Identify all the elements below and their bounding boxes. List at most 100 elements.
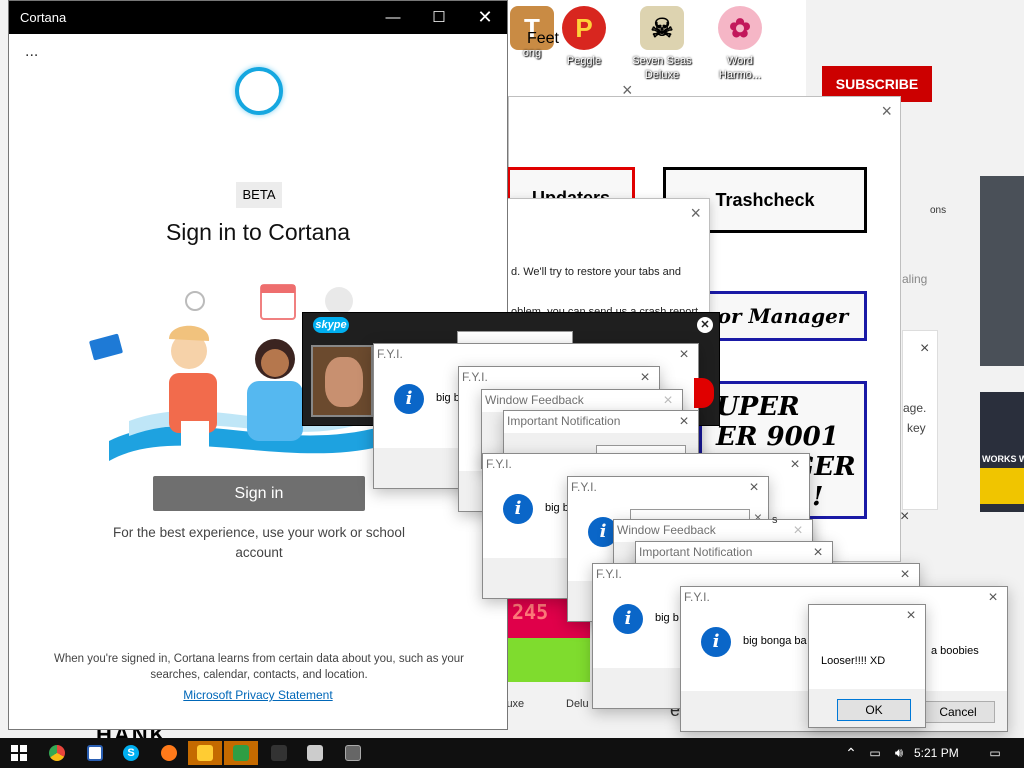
envelope-icon — [89, 333, 123, 361]
close-icon[interactable]: × — [901, 606, 921, 626]
text-fragment: s — [772, 514, 778, 526]
dialog-title: Window Feedback — [485, 393, 584, 407]
bg-fragment: age. — [903, 401, 927, 415]
maximize-icon[interactable]: ☐ — [416, 1, 462, 34]
window-title: Cortana — [20, 10, 67, 25]
dialog-message: Looser!!!! XD — [821, 655, 886, 667]
close-icon[interactable]: × — [983, 588, 1003, 608]
restore-text: d. We'll try to restore your tabs and — [511, 266, 682, 278]
learn-text: When you're signed in, Cortana learns fr… — [53, 653, 465, 681]
bg-photo — [980, 176, 1024, 366]
info-icon: i — [503, 494, 533, 524]
desktop-icon-word-harmony[interactable]: ✿ Word Harmo... — [708, 6, 772, 82]
bg-thumbnail-band — [980, 468, 1024, 504]
paper — [181, 421, 209, 447]
skype-logo: skype — [313, 317, 349, 333]
bg-fragment: WORKS W — [982, 454, 1024, 464]
avatar — [311, 345, 373, 417]
bg-fragment: ons — [930, 205, 947, 216]
window-app-icon[interactable] — [338, 741, 368, 765]
peggle-icon: P — [562, 6, 606, 50]
close-icon[interactable]: × — [690, 203, 701, 224]
close-icon[interactable]: × — [674, 412, 694, 432]
dialog-title: F.Y.I. — [462, 370, 488, 384]
shield-icon[interactable] — [188, 741, 222, 765]
loser-dialog: × Looser!!!! XD OK — [808, 604, 926, 728]
clock[interactable]: 5:21 PM — [914, 746, 959, 760]
more-menu-icon[interactable]: ... — [25, 43, 38, 61]
close-icon[interactable]: ✕ — [697, 317, 713, 333]
cortana-ring-icon — [235, 67, 283, 115]
desktop-icon-label: Word Harmo... — [718, 55, 762, 81]
dialog-message: big b — [545, 502, 569, 514]
dialog-title: F.Y.I. — [596, 567, 622, 581]
beta-badge: BETA — [236, 182, 282, 208]
bg-thumbnail: WORKS W — [980, 392, 1024, 512]
close-icon[interactable]: × — [674, 345, 694, 365]
firefox-icon[interactable] — [154, 741, 184, 765]
red-indicator — [694, 378, 714, 408]
close-icon[interactable]: × — [788, 521, 808, 541]
dialog-message: big b — [655, 612, 679, 624]
dialog-message: big bonga ba — [743, 635, 807, 647]
avatar-face — [325, 357, 363, 407]
bg-fragment: key — [907, 421, 926, 435]
close-icon[interactable]: × — [808, 543, 828, 563]
privacy-link[interactable]: Microsoft Privacy Statement — [9, 688, 507, 702]
super-line: UPER — [716, 392, 800, 422]
minimize-icon[interactable]: — — [370, 1, 416, 34]
skull-icon: ☠ — [640, 6, 684, 50]
close-icon[interactable]: × — [785, 455, 805, 475]
super-line: ER 9001 — [716, 422, 839, 452]
skype-tray-app-icon[interactable] — [264, 741, 294, 765]
link-manager[interactable]: or Manager — [699, 291, 867, 341]
desktop-icon-peggle[interactable]: P Peggle — [552, 6, 616, 68]
dialog-title: F.Y.I. — [377, 347, 403, 361]
flower-icon: ✿ — [718, 6, 762, 50]
person2-head — [261, 349, 289, 377]
ok-button[interactable]: OK — [837, 699, 911, 721]
info-icon: i — [701, 627, 731, 657]
dialog-title: Important Notification — [507, 414, 621, 428]
bg-fragment: aling — [902, 272, 928, 286]
bg-close-icon[interactable]: × — [920, 340, 929, 358]
close-icon[interactable]: × — [635, 368, 655, 388]
volume-icon[interactable]: 🔊︎ — [884, 741, 914, 765]
dialog-message: big b — [436, 392, 460, 404]
desktop-icon-seven-seas[interactable]: ☠ Seven Seas Deluxe — [630, 6, 694, 82]
close-icon[interactable]: × — [658, 391, 678, 411]
dialog-title: Important Notification — [639, 545, 753, 559]
close-icon[interactable]: × — [622, 80, 633, 101]
close-icon[interactable]: ✕ — [462, 1, 508, 34]
cancel-button[interactable]: Cancel — [921, 701, 995, 723]
dialog-title: F.Y.I. — [684, 590, 710, 604]
desktop-icon-label: Seven Seas Deluxe — [632, 55, 692, 81]
timer-icon — [185, 291, 205, 311]
book-icon[interactable] — [224, 741, 258, 765]
bg-green-panel — [508, 638, 590, 682]
title-bar: Cortana — ☐ ✕ — [9, 1, 507, 34]
desktop-icon-label: Peggle — [566, 55, 602, 67]
dialog-title: Window Feedback — [617, 523, 716, 537]
best-experience-text: For the best experience, use your work o… — [113, 525, 405, 560]
chrome-icon[interactable] — [42, 741, 72, 765]
start-windows-icon[interactable] — [4, 741, 34, 765]
game-app-icon[interactable] — [300, 741, 330, 765]
person2-body — [247, 381, 303, 441]
dialog-message-tail: a boobies — [931, 645, 979, 657]
close-icon[interactable]: × — [744, 478, 764, 498]
bg-fragment: Delu — [566, 698, 589, 710]
dialog-title: F.Y.I. — [571, 480, 597, 494]
close-icon[interactable]: × — [895, 565, 915, 585]
chat-bubble-icon — [325, 287, 353, 315]
calendar-header — [261, 285, 295, 293]
page-title: Sign in to Cortana — [165, 219, 351, 245]
dialog-title: F.Y.I. — [486, 457, 512, 471]
skype-icon[interactable]: S — [116, 741, 146, 765]
notification-icon[interactable]: ▭ — [980, 741, 1010, 765]
bg-close-icon-2[interactable]: × — [900, 508, 909, 526]
sign-in-button[interactable]: Sign in — [153, 476, 365, 511]
close-icon[interactable]: × — [881, 101, 892, 122]
taskbar: S ⌃ ▭ 🔊︎ 5:21 PM ▭ — [0, 738, 1024, 768]
file-explorer-icon[interactable] — [80, 741, 110, 765]
